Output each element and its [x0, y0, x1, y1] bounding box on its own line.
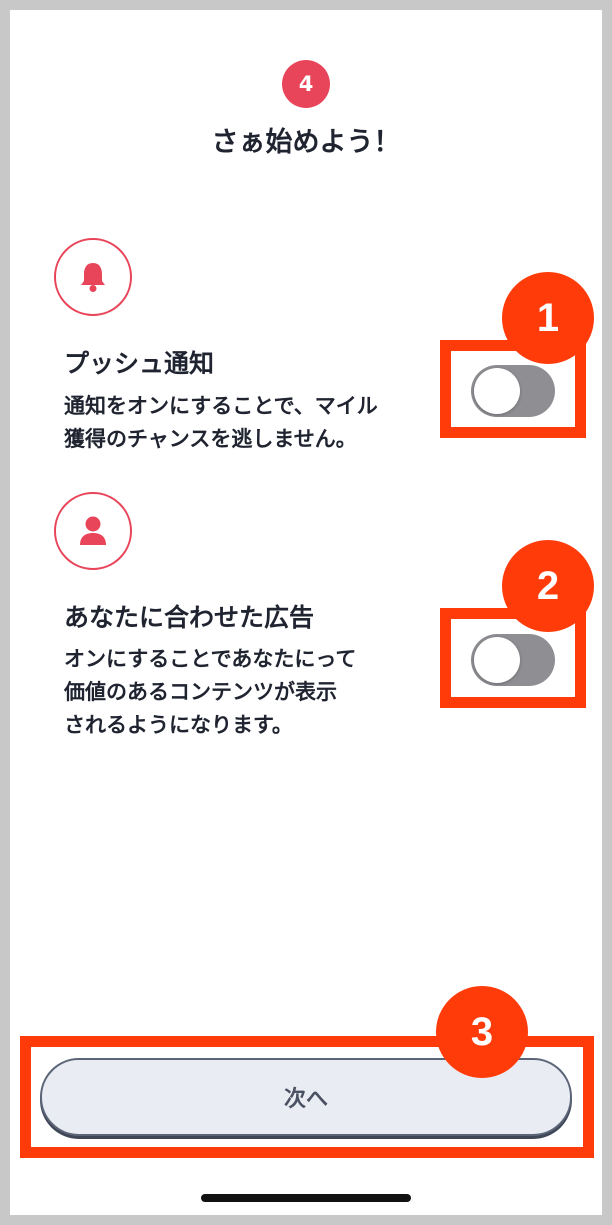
step-badge: 4	[282, 60, 330, 108]
push-notification-title: プッシュ通知	[64, 349, 215, 378]
toggle-knob	[474, 368, 520, 414]
person-icon	[80, 516, 106, 545]
callout-2: 2	[502, 540, 594, 632]
notification-icon-circle	[54, 238, 132, 316]
bell-icon	[81, 263, 105, 292]
page-title: さぁ始めよう！	[211, 127, 401, 158]
callout-1: 1	[502, 272, 594, 364]
push-notification-toggle[interactable]	[471, 365, 555, 417]
personalized-ads-title: あなたに合わせた広告	[64, 603, 315, 632]
callout-3: 3	[436, 986, 528, 1078]
personalized-ads-toggle[interactable]	[471, 634, 555, 686]
ads-icon-circle	[54, 492, 132, 570]
home-indicator	[201, 1194, 411, 1202]
toggle-knob	[474, 637, 520, 683]
push-notification-description: 通知をオンにすることで、マイル 獲得のチャンスを逃しません。	[64, 394, 378, 451]
personalized-ads-description: オンにすることであなたにって 価値のあるコンテンツが表示 されるようになります。	[64, 647, 357, 737]
